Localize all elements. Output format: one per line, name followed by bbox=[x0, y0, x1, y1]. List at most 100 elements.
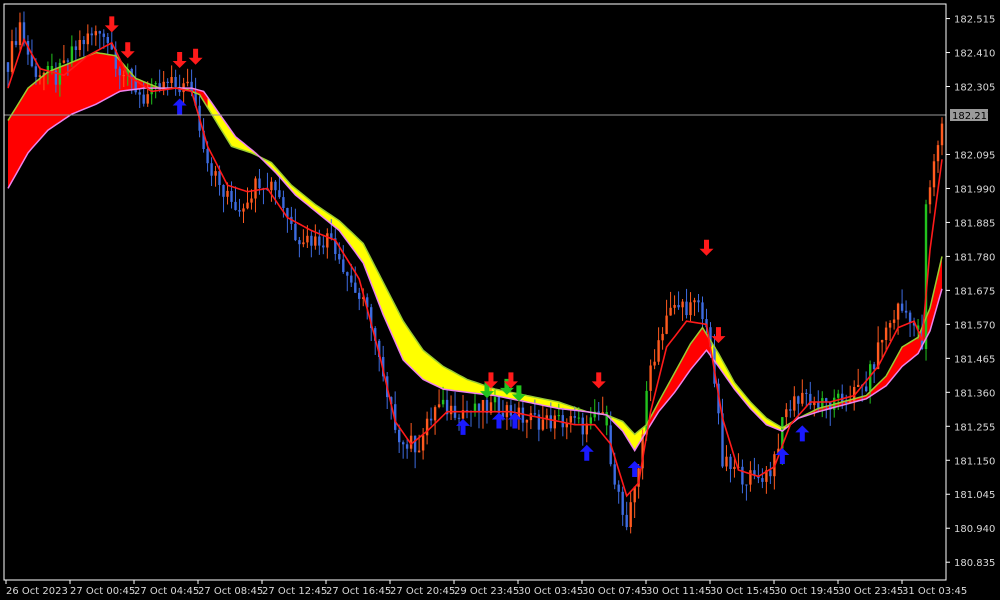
candle-body bbox=[573, 416, 576, 418]
candle-body bbox=[218, 171, 221, 185]
candle-body bbox=[561, 415, 564, 428]
candle-body bbox=[346, 272, 349, 276]
candle-body bbox=[70, 46, 74, 62]
candle-body bbox=[142, 94, 145, 104]
candle-body bbox=[206, 149, 209, 164]
candle-body bbox=[689, 302, 692, 316]
candle-body bbox=[904, 310, 908, 313]
time-tick-label: 27 Oct 04:45 bbox=[134, 586, 199, 597]
candle-body bbox=[14, 41, 18, 45]
candle-body bbox=[677, 305, 680, 308]
candle-body bbox=[122, 75, 125, 77]
candle-body bbox=[146, 94, 149, 104]
candle-body bbox=[294, 223, 297, 241]
time-tick-label: 27 Oct 00:45 bbox=[70, 586, 135, 597]
time-tick-label: 27 Oct 12:45 bbox=[262, 586, 327, 597]
candle-body bbox=[681, 301, 684, 308]
candle-body bbox=[138, 92, 141, 95]
candle-body bbox=[761, 478, 764, 482]
candle-body bbox=[649, 365, 652, 391]
candle-body bbox=[733, 466, 736, 469]
candle-body bbox=[617, 484, 620, 492]
candle-body bbox=[322, 245, 325, 248]
candle-body bbox=[154, 83, 157, 85]
candle-body bbox=[314, 236, 317, 246]
candle-body bbox=[254, 178, 257, 199]
candle-body bbox=[90, 33, 93, 36]
candle-body bbox=[174, 77, 177, 87]
candle-body bbox=[417, 450, 421, 453]
candle-body bbox=[481, 400, 485, 413]
candle-body bbox=[429, 418, 433, 421]
candle-body bbox=[661, 333, 664, 341]
candle-body bbox=[769, 470, 772, 477]
candle-body bbox=[569, 416, 572, 423]
candle-body bbox=[82, 40, 85, 45]
candle-body bbox=[872, 364, 876, 370]
price-tick-label: 180.940 bbox=[954, 524, 995, 535]
candle-body bbox=[250, 198, 253, 203]
time-tick-label: 27 Oct 16:45 bbox=[326, 586, 391, 597]
candle-body bbox=[884, 327, 888, 340]
candle-body bbox=[170, 77, 173, 83]
candle-body bbox=[186, 81, 189, 84]
candle-body bbox=[845, 401, 848, 403]
candle-body bbox=[896, 303, 900, 320]
price-tick-label: 181.990 bbox=[954, 184, 995, 195]
candle-body bbox=[805, 392, 808, 394]
candle-body bbox=[441, 399, 445, 405]
candle-body bbox=[685, 301, 688, 316]
time-tick-label: 26 Oct 2023 bbox=[6, 586, 68, 597]
candle-body bbox=[449, 405, 453, 415]
price-tick-label: 182.305 bbox=[954, 83, 995, 94]
candle-body bbox=[338, 254, 341, 260]
candle-body bbox=[421, 435, 425, 451]
candle-body bbox=[86, 33, 89, 45]
price-tick-label: 181.780 bbox=[954, 252, 995, 263]
candle-body bbox=[509, 405, 513, 416]
candle-body bbox=[274, 181, 277, 191]
price-tick-label: 182.095 bbox=[954, 151, 995, 162]
candle-body bbox=[553, 415, 556, 429]
candle-body bbox=[270, 181, 273, 191]
candle-body bbox=[697, 300, 700, 303]
candle-body bbox=[38, 75, 42, 77]
candle-body bbox=[533, 413, 537, 415]
candle-body bbox=[302, 242, 305, 245]
candle-body bbox=[94, 31, 97, 36]
price-tick-label: 181.885 bbox=[954, 218, 995, 229]
candle-body bbox=[549, 415, 552, 429]
candle-body bbox=[413, 435, 417, 453]
candle-body bbox=[18, 22, 22, 45]
time-tick-label: 30 Oct 15:45 bbox=[710, 586, 775, 597]
time-tick-label: 31 Oct 03:45 bbox=[902, 586, 967, 597]
time-tick-label: 27 Oct 08:45 bbox=[198, 586, 263, 597]
candle-body bbox=[577, 417, 580, 419]
candle-body bbox=[936, 145, 940, 162]
candle-body bbox=[354, 282, 357, 293]
candle-body bbox=[62, 60, 66, 63]
candle-body bbox=[34, 66, 38, 77]
candle-body bbox=[437, 404, 441, 408]
candle-body bbox=[6, 62, 10, 72]
candle-body bbox=[621, 491, 624, 515]
candle-body bbox=[214, 171, 217, 176]
candle-body bbox=[298, 240, 301, 245]
chart-canvas[interactable]: 182.515 182.410 182.305 182.095 181.990 181.8… bbox=[0, 0, 1000, 600]
candle-body bbox=[865, 386, 868, 392]
price-chart[interactable]: 182.515 182.410 182.305 182.095 181.990 181.8… bbox=[0, 0, 1000, 600]
candle-body bbox=[729, 456, 732, 469]
candle-body bbox=[242, 208, 245, 212]
candle-body bbox=[278, 190, 281, 198]
candle-body bbox=[310, 235, 313, 246]
candle-body bbox=[358, 292, 361, 299]
candle-body bbox=[857, 384, 860, 387]
candle-body bbox=[210, 163, 213, 176]
price-tick-label: 181.570 bbox=[954, 320, 995, 331]
candle-body bbox=[497, 397, 501, 413]
candle-body bbox=[230, 190, 233, 202]
candle-body bbox=[258, 178, 261, 189]
candle-body bbox=[625, 514, 628, 528]
price-tick-label: 182.515 bbox=[954, 15, 995, 26]
candle-body bbox=[473, 403, 477, 412]
